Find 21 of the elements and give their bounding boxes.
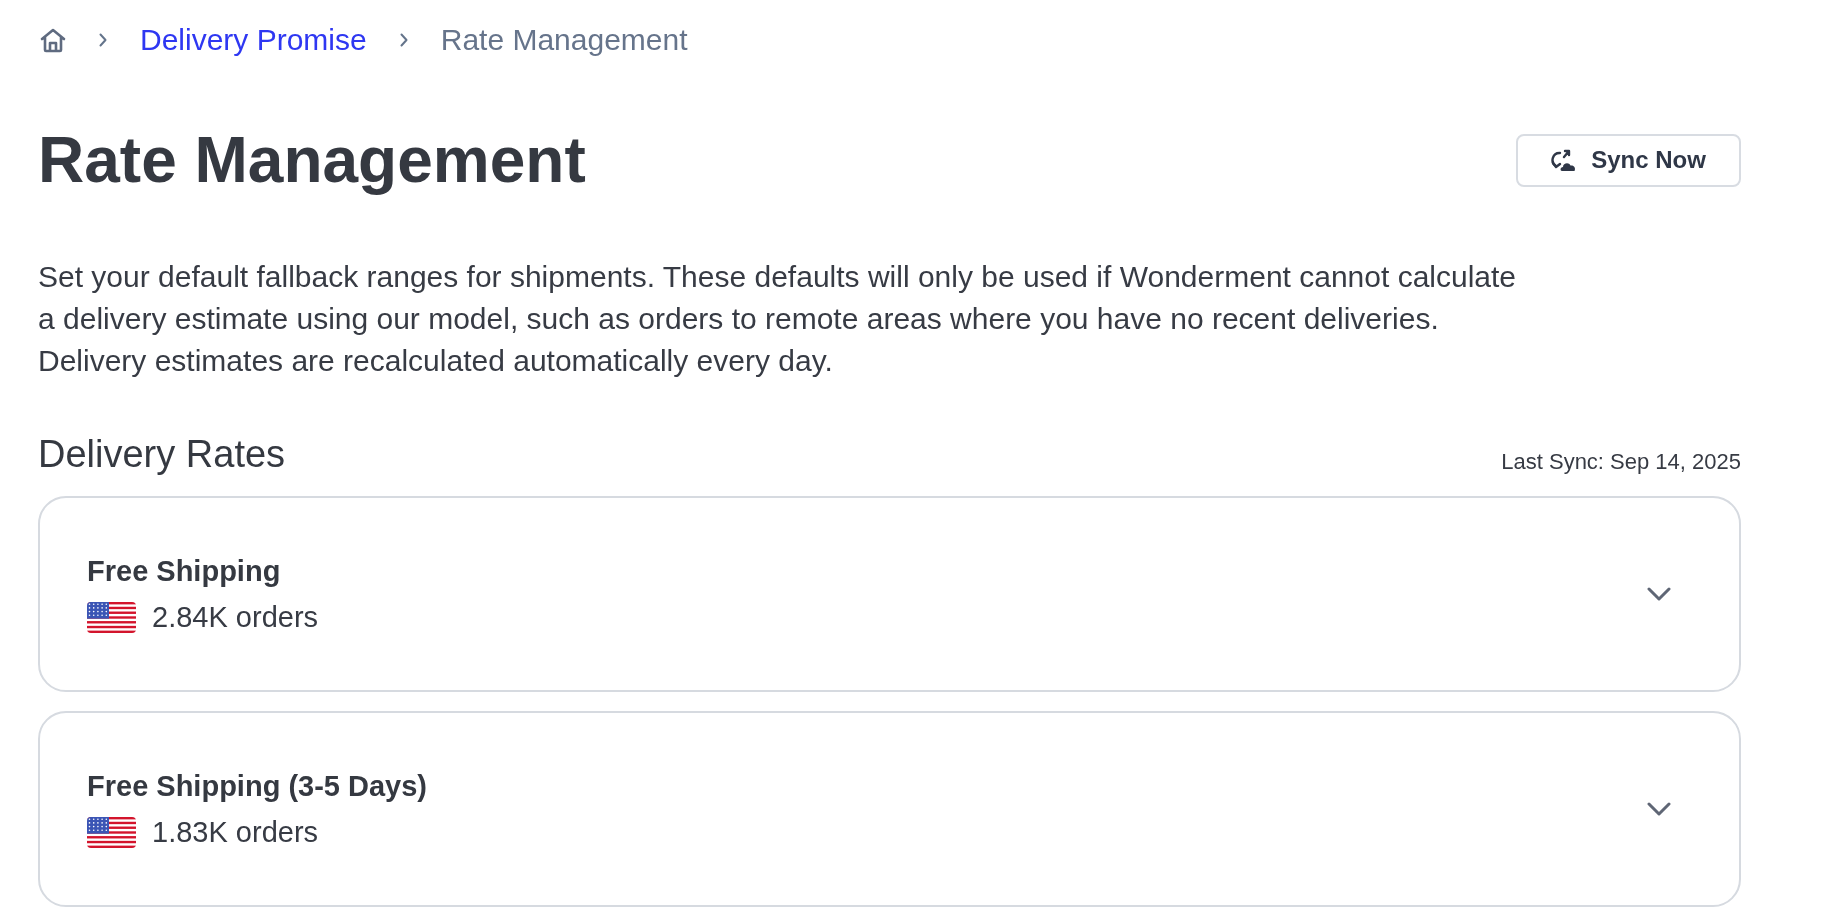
chevron-down-icon[interactable] (1647, 587, 1671, 601)
cloud-sync-icon (1551, 148, 1578, 172)
last-sync-text: Last Sync: Sep 14, 2025 (1501, 448, 1741, 476)
order-count: 2.84K orders (152, 600, 319, 634)
home-icon[interactable] (40, 27, 66, 53)
chevron-down-icon[interactable] (1647, 802, 1671, 816)
breadcrumb-link[interactable]: Delivery Promise (140, 22, 367, 58)
page-title: Rate Management (38, 125, 586, 195)
chevron-right-icon (399, 33, 408, 47)
rate-name: Free Shipping (3-5 Days) (87, 769, 427, 803)
sync-now-button[interactable]: Sync Now (1516, 133, 1741, 187)
us-flag-icon (87, 601, 136, 633)
rate-card[interactable]: Free Shipping (3-5 Days) 1.83K orders (38, 711, 1741, 907)
breadcrumb-current: Rate Management (440, 22, 688, 58)
us-flag-icon (87, 816, 136, 848)
chevron-right-icon (99, 33, 107, 47)
section-heading: Delivery Rates (38, 432, 286, 476)
order-count: 1.83K orders (152, 815, 319, 849)
rate-card[interactable]: Free Shipping 2.84K orders (38, 496, 1741, 692)
rate-name: Free Shipping (87, 554, 282, 588)
description-text: Set your default fallback ranges for shipments. These defaults will only be used if Wonderment cannot calculate a delivery estimate using our model, such as orders to remote areas where you have no recent deliveries. Delivery estimates are recalculated automatically every day. (38, 259, 1518, 379)
